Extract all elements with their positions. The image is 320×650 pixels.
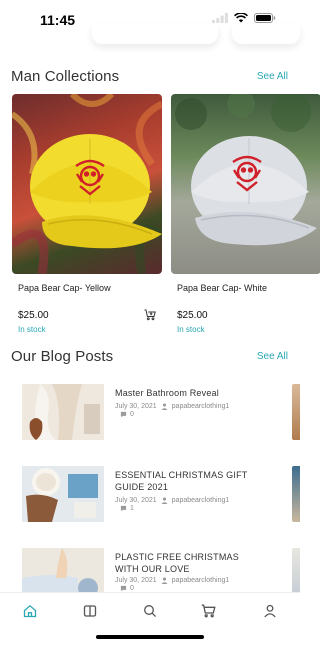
battery-icon bbox=[254, 13, 276, 23]
book-icon bbox=[83, 605, 97, 617]
blog-post-date: July 30, 2021 bbox=[115, 577, 157, 584]
blog-post-title[interactable]: ESSENTIAL CHRISTMAS GIFT GUIDE 2021 bbox=[115, 469, 255, 493]
blog-post-meta: July 30, 2021 papabearclothing1 bbox=[115, 403, 229, 410]
product-image[interactable] bbox=[171, 94, 320, 274]
blog-post-title[interactable]: Master Bathroom Reveal bbox=[115, 387, 255, 399]
blog-post-author: papabearclothing1 bbox=[171, 497, 230, 504]
cap-photo-yellow bbox=[12, 94, 162, 274]
user-icon bbox=[161, 577, 168, 584]
collections-title: Man Collections bbox=[11, 68, 120, 85]
search-icon bbox=[144, 605, 157, 618]
blog-post-author: papabearclothing1 bbox=[171, 577, 230, 584]
product-image[interactable] bbox=[12, 94, 162, 274]
status-icons bbox=[212, 13, 276, 23]
add-to-cart-icon[interactable] bbox=[144, 309, 156, 321]
profile-icon bbox=[264, 604, 276, 618]
blog-post-meta: July 30, 2021 papabearclothing1 bbox=[115, 497, 229, 504]
product-price: $25.00 bbox=[18, 310, 49, 321]
blog-header: Our Blog Posts See All bbox=[11, 348, 288, 365]
tab-cart[interactable] bbox=[198, 601, 218, 621]
stock-status: In stock bbox=[177, 325, 205, 334]
comment-icon bbox=[120, 411, 127, 418]
top-card-left bbox=[92, 24, 218, 44]
blog-thumbnail bbox=[22, 466, 104, 522]
blog-thumbnail-peek bbox=[292, 384, 300, 440]
user-icon bbox=[161, 497, 168, 504]
blog-post-date: July 30, 2021 bbox=[115, 497, 157, 504]
product-price: $25.00 bbox=[177, 310, 208, 321]
blog-post-comment-count: 0 bbox=[130, 585, 134, 592]
blog-post-comments: 0 bbox=[120, 585, 134, 592]
blog-post-author: papabearclothing1 bbox=[171, 403, 230, 410]
product-card-yellow[interactable]: Papa Bear Cap- Yellow $25.00 In stock bbox=[12, 94, 162, 334]
blog-title: Our Blog Posts bbox=[11, 348, 114, 365]
product-name: Papa Bear Cap- Yellow bbox=[18, 283, 111, 293]
comment-icon bbox=[120, 585, 127, 592]
tab-search[interactable] bbox=[140, 601, 160, 621]
status-time: 11:45 bbox=[40, 12, 76, 28]
comment-icon bbox=[120, 505, 127, 512]
user-icon bbox=[161, 403, 168, 410]
blog-see-all-link[interactable]: See All bbox=[257, 351, 288, 362]
wifi-icon bbox=[234, 13, 248, 23]
cart-icon bbox=[201, 604, 216, 618]
top-card-right bbox=[232, 24, 300, 44]
blog-post-comment-count: 0 bbox=[130, 411, 134, 418]
product-card-white[interactable]: Papa Bear Cap- White $25.00 In stock bbox=[171, 94, 320, 334]
blog-post-comments: 0 bbox=[120, 411, 134, 418]
tab-blog[interactable] bbox=[80, 601, 100, 621]
blog-post-meta: July 30, 2021 papabearclothing1 bbox=[115, 577, 229, 584]
collections-header: Man Collections See All bbox=[11, 68, 288, 85]
blog-post-comment-count: 1 bbox=[130, 505, 134, 512]
blog-post-title[interactable]: PLASTIC FREE CHRISTMAS WITH OUR LOVE bbox=[115, 551, 255, 575]
tab-profile[interactable] bbox=[260, 601, 280, 621]
collections-see-all-link[interactable]: See All bbox=[257, 71, 288, 82]
home-indicator bbox=[96, 635, 204, 639]
blog-post-item[interactable]: ESSENTIAL CHRISTMAS GIFT GUIDE 2021 July… bbox=[0, 466, 300, 526]
tab-home[interactable] bbox=[20, 601, 40, 621]
cap-photo-white bbox=[175, 94, 317, 246]
bottom-tab-bar bbox=[0, 592, 300, 650]
blog-post-date: July 30, 2021 bbox=[115, 403, 157, 410]
home-icon bbox=[23, 604, 37, 618]
signal-icon bbox=[212, 13, 228, 23]
blog-post-item[interactable]: Master Bathroom Reveal July 30, 2021 pap… bbox=[0, 384, 300, 444]
blog-thumbnail bbox=[22, 384, 104, 440]
stock-status: In stock bbox=[18, 325, 46, 334]
blog-thumbnail-peek bbox=[292, 466, 300, 522]
blog-post-comments: 1 bbox=[120, 505, 134, 512]
product-name: Papa Bear Cap- White bbox=[177, 283, 268, 293]
